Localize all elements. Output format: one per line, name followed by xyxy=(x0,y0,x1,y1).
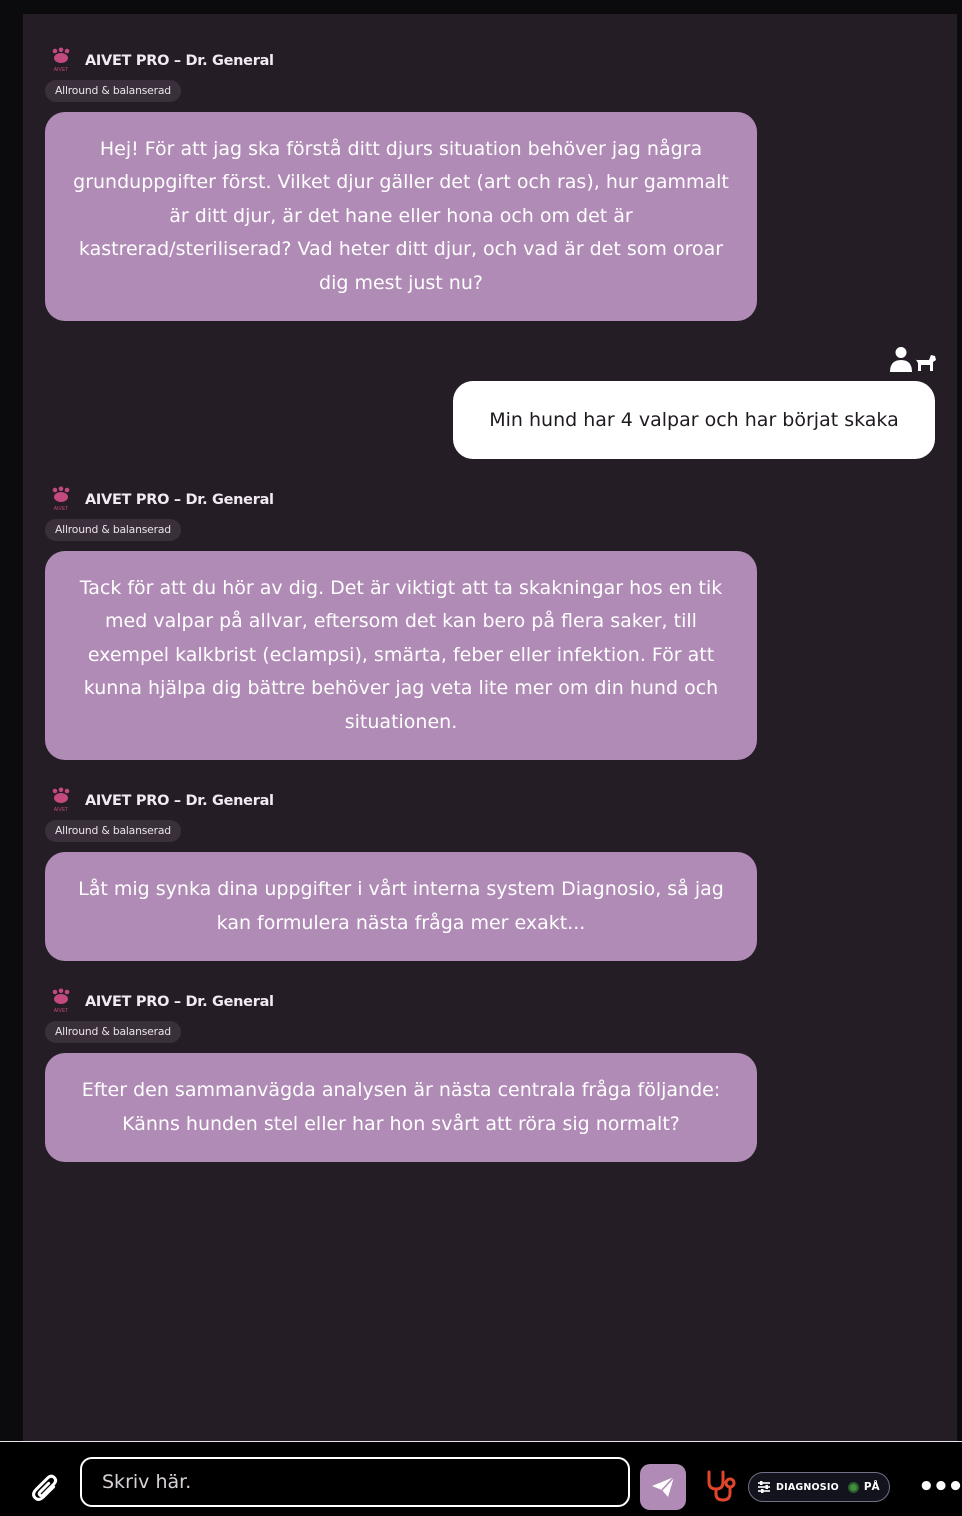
chat-panel: AIVET AIVET PRO – Dr. General Allround &… xyxy=(23,14,957,1441)
send-button[interactable] xyxy=(640,1464,686,1510)
bot-name: AIVET PRO – Dr. General xyxy=(85,793,274,809)
user-message: Min hund har 4 valpar och har börjat ska… xyxy=(453,381,935,459)
sliders-icon xyxy=(758,1481,770,1493)
diagnosio-toggle[interactable]: DIAGNOSIO PÅ xyxy=(748,1472,890,1502)
diagnosio-label: DIAGNOSIO xyxy=(776,1481,839,1493)
bot-name: AIVET PRO – Dr. General xyxy=(85,994,274,1010)
bot-message: Efter den sammanvägda analysen är nästa … xyxy=(45,1053,757,1162)
logo-text: AIVET xyxy=(54,807,68,813)
message-input[interactable] xyxy=(80,1457,630,1507)
persona-badge: Allround & balanserad xyxy=(45,820,181,842)
logo-text: AIVET xyxy=(54,67,68,73)
persona-badge: Allround & balanserad xyxy=(45,519,181,541)
status-dot xyxy=(847,1481,859,1493)
bot-message: Hej! För att jag ska förstå ditt djurs s… xyxy=(45,112,757,321)
bot-name: AIVET PRO – Dr. General xyxy=(85,53,274,69)
paw-icon: AIVET xyxy=(52,47,70,73)
stethoscope-icon[interactable] xyxy=(704,1468,740,1504)
paw-icon: AIVET xyxy=(52,486,70,512)
composer-bar: DIAGNOSIO PÅ ••• xyxy=(0,1441,962,1516)
persona-badge: Allround & balanserad xyxy=(45,1021,181,1043)
paw-icon: AIVET xyxy=(52,988,70,1014)
more-icon[interactable]: ••• xyxy=(918,1472,962,1502)
paw-icon: AIVET xyxy=(52,787,70,813)
logo-text: AIVET xyxy=(54,1008,68,1014)
logo-text: AIVET xyxy=(54,506,68,512)
bot-name: AIVET PRO – Dr. General xyxy=(85,492,274,508)
bot-message: Låt mig synka dina uppgifter i vårt inte… xyxy=(45,852,757,961)
paper-plane-icon xyxy=(652,1476,675,1497)
user-with-dog-icon xyxy=(890,347,936,372)
diagnosio-state: PÅ xyxy=(863,1481,880,1493)
bot-message: Tack för att du hör av dig. Det är vikti… xyxy=(45,551,757,760)
persona-badge: Allround & balanserad xyxy=(45,80,181,102)
paperclip-icon[interactable] xyxy=(30,1472,60,1504)
